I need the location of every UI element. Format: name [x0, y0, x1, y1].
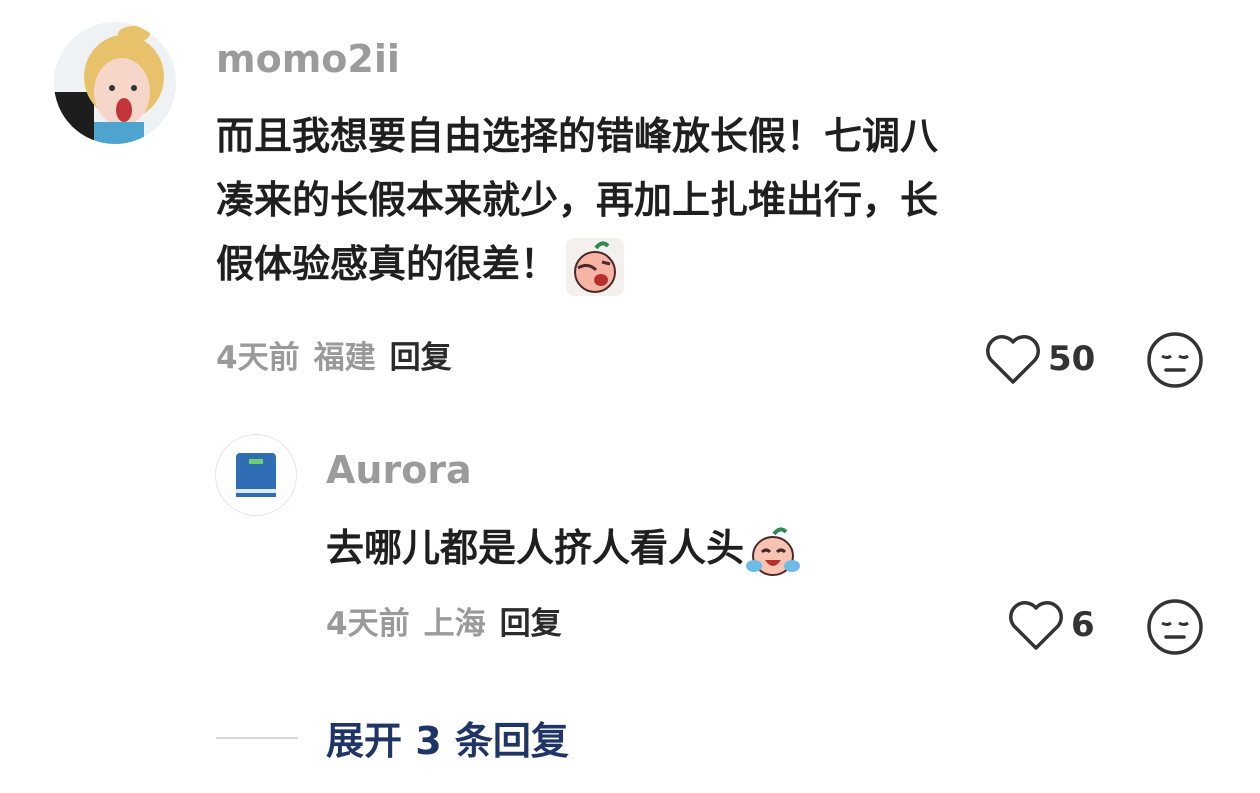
comment-text-line: 凑来的长假本来就少，再加上扎堆出行，长 — [216, 178, 939, 222]
comment-meta: 4天前 福建 回复 — [216, 343, 466, 374]
comment-time: 4天前 — [216, 340, 300, 376]
reply-time: 4天前 — [326, 606, 410, 642]
reply-username[interactable]: Aurora — [326, 451, 472, 489]
comment-username[interactable]: momo2ii — [216, 40, 400, 78]
reply-like-count: 6 — [1071, 605, 1095, 645]
reply-text-content: 去哪儿都是人挤人看人头 — [326, 526, 745, 570]
comment-text-line: 而且我想要自由选择的错峰放长假！七调八 — [216, 114, 939, 158]
avatar[interactable] — [54, 22, 176, 144]
reply-meta: 4天前 上海 回复 — [326, 609, 576, 640]
like-count: 50 — [1048, 339, 1096, 379]
facepalm-cry-emoji-icon — [566, 237, 625, 296]
heart-icon — [986, 335, 1040, 384]
expand-replies-label[interactable]: 展开 3 条回复 — [326, 710, 569, 765]
like-button[interactable]: 50 — [984, 332, 1095, 386]
comment-location: 福建 — [313, 340, 376, 376]
comment-text-line: 假体验感真的很差！ — [216, 232, 938, 296]
reply-reply-button[interactable]: 回复 — [500, 606, 562, 642]
crying-laugh-emoji-icon — [746, 526, 801, 576]
comment-text-line-content: 假体验感真的很差！ — [216, 242, 559, 286]
expand-replies[interactable]: 展开 3 条回复 — [216, 710, 569, 765]
dislike-face-icon[interactable] — [1146, 331, 1204, 389]
divider — [216, 736, 298, 739]
reply-avatar[interactable] — [215, 434, 297, 516]
reply-like-button[interactable]: 6 — [1007, 598, 1095, 652]
comment-text: 而且我想要自由选择的错峰放长假！七调八 凑来的长假本来就少，再加上扎堆出行，长 … — [216, 104, 938, 296]
reply-dislike-face-icon[interactable] — [1146, 598, 1204, 656]
reply-button[interactable]: 回复 — [390, 340, 452, 376]
reply-text: 去哪儿都是人挤人看人头 — [326, 516, 802, 580]
heart-icon — [1009, 601, 1063, 650]
reply-location: 上海 — [423, 606, 486, 642]
